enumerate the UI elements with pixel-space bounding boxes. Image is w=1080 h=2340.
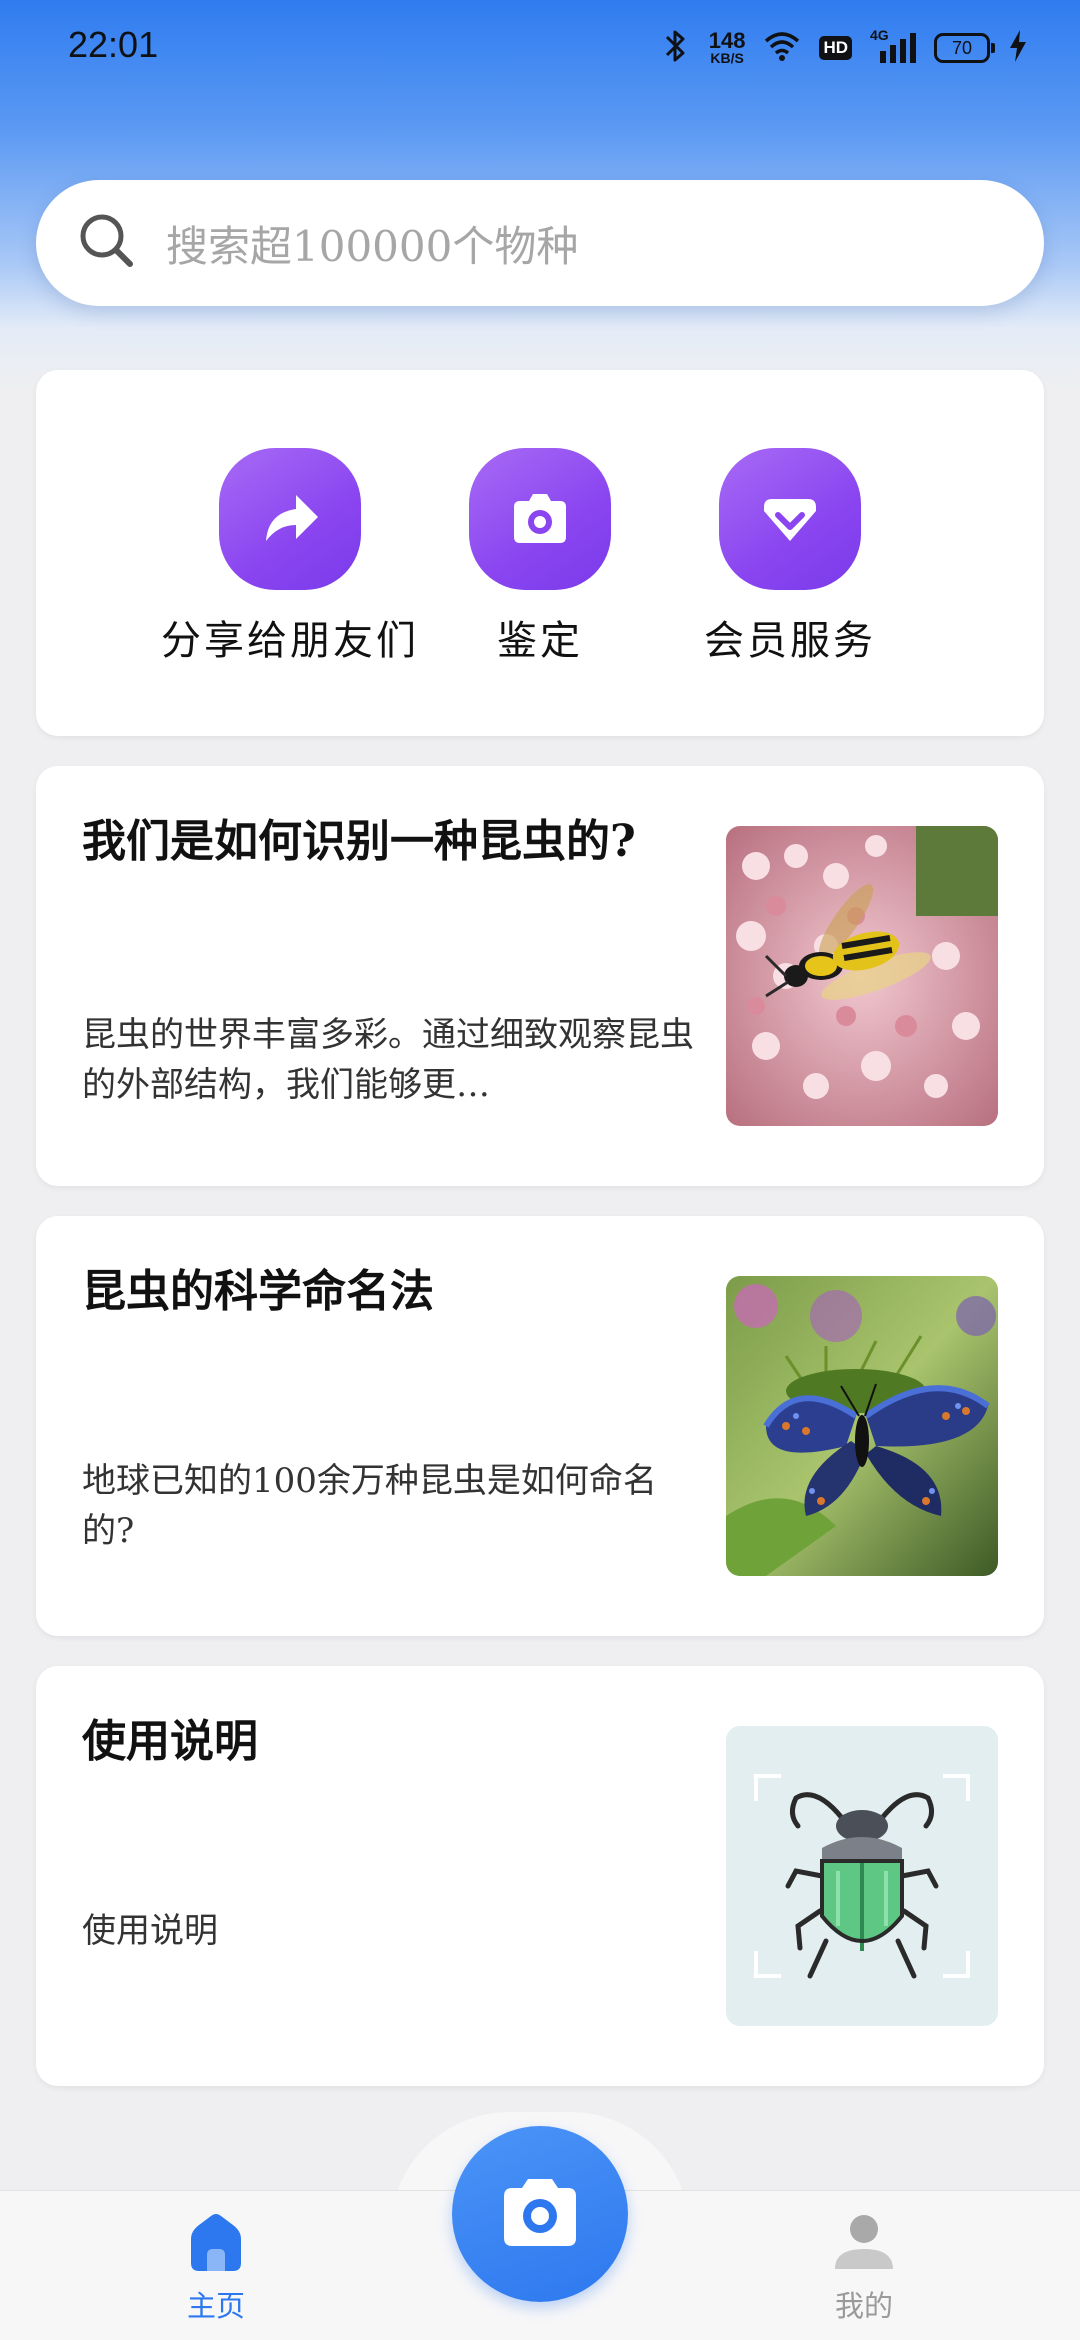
article-title: 昆虫的科学命名法 <box>82 1266 434 1317</box>
net-speed: 148 KB/S <box>708 27 746 66</box>
nav-profile-label: 我的 <box>834 2289 893 2323</box>
camera-icon <box>498 2174 582 2254</box>
butterfly-photo <box>726 1276 998 1576</box>
search-icon <box>76 210 166 276</box>
beetle-scan-illustration <box>726 1726 998 2026</box>
signal-icon: 4G <box>870 27 916 65</box>
search-placeholder: 搜索超100000个物种 <box>166 221 579 271</box>
status-time: 22:01 <box>68 24 159 65</box>
camera-fab-button[interactable] <box>452 2126 628 2302</box>
camera-icon <box>469 448 611 590</box>
article-summary: 昆虫的世界丰富多彩。通过细致观察昆虫的外部结构，我们能够更… <box>82 1015 694 1105</box>
charging-icon <box>1008 29 1028 67</box>
home-icon <box>136 2211 296 2277</box>
article-card-naming[interactable]: 昆虫的科学命名法 地球已知的100余万种昆虫是如何命名的? <box>36 1216 1044 1636</box>
search-bar[interactable]: 搜索超100000个物种 <box>36 180 1044 306</box>
bluetooth-icon <box>661 28 691 68</box>
article-title: 我们是如何识别一种昆虫的? <box>82 816 636 867</box>
status-icons: 148 KB/S HD 4G 70 <box>661 26 1028 70</box>
share-arrow-icon <box>219 448 361 590</box>
nav-home-label: 主页 <box>186 2289 245 2323</box>
quick-actions-card: 分享给朋友们 鉴定 会员服务 <box>36 370 1044 736</box>
hd-badge: HD <box>819 36 852 60</box>
battery-icon: 70 <box>934 33 995 63</box>
vip-diamond-icon <box>719 448 861 590</box>
status-bar: 22:01 148 KB/S HD 4G 70 <box>0 0 1080 96</box>
article-summary: 地球已知的100余万种昆虫是如何命名的? <box>82 1461 657 1551</box>
wasp-photo <box>726 826 998 1126</box>
profile-icon <box>784 2211 944 2277</box>
vip-button[interactable]: 会员服务 <box>640 448 940 666</box>
article-summary: 使用说明 <box>82 1911 218 1951</box>
article-card-instructions[interactable]: 使用说明 使用说明 <box>36 1666 1044 2086</box>
article-card-identify[interactable]: 我们是如何识别一种昆虫的? 昆虫的世界丰富多彩。通过细致观察昆虫的外部结构，我们… <box>36 766 1044 1186</box>
wifi-icon <box>763 30 801 66</box>
nav-profile[interactable]: 我的 <box>784 2211 944 2325</box>
nav-home[interactable]: 主页 <box>136 2211 296 2325</box>
article-title: 使用说明 <box>82 1716 258 1767</box>
vip-label: 会员服务 <box>704 618 876 664</box>
